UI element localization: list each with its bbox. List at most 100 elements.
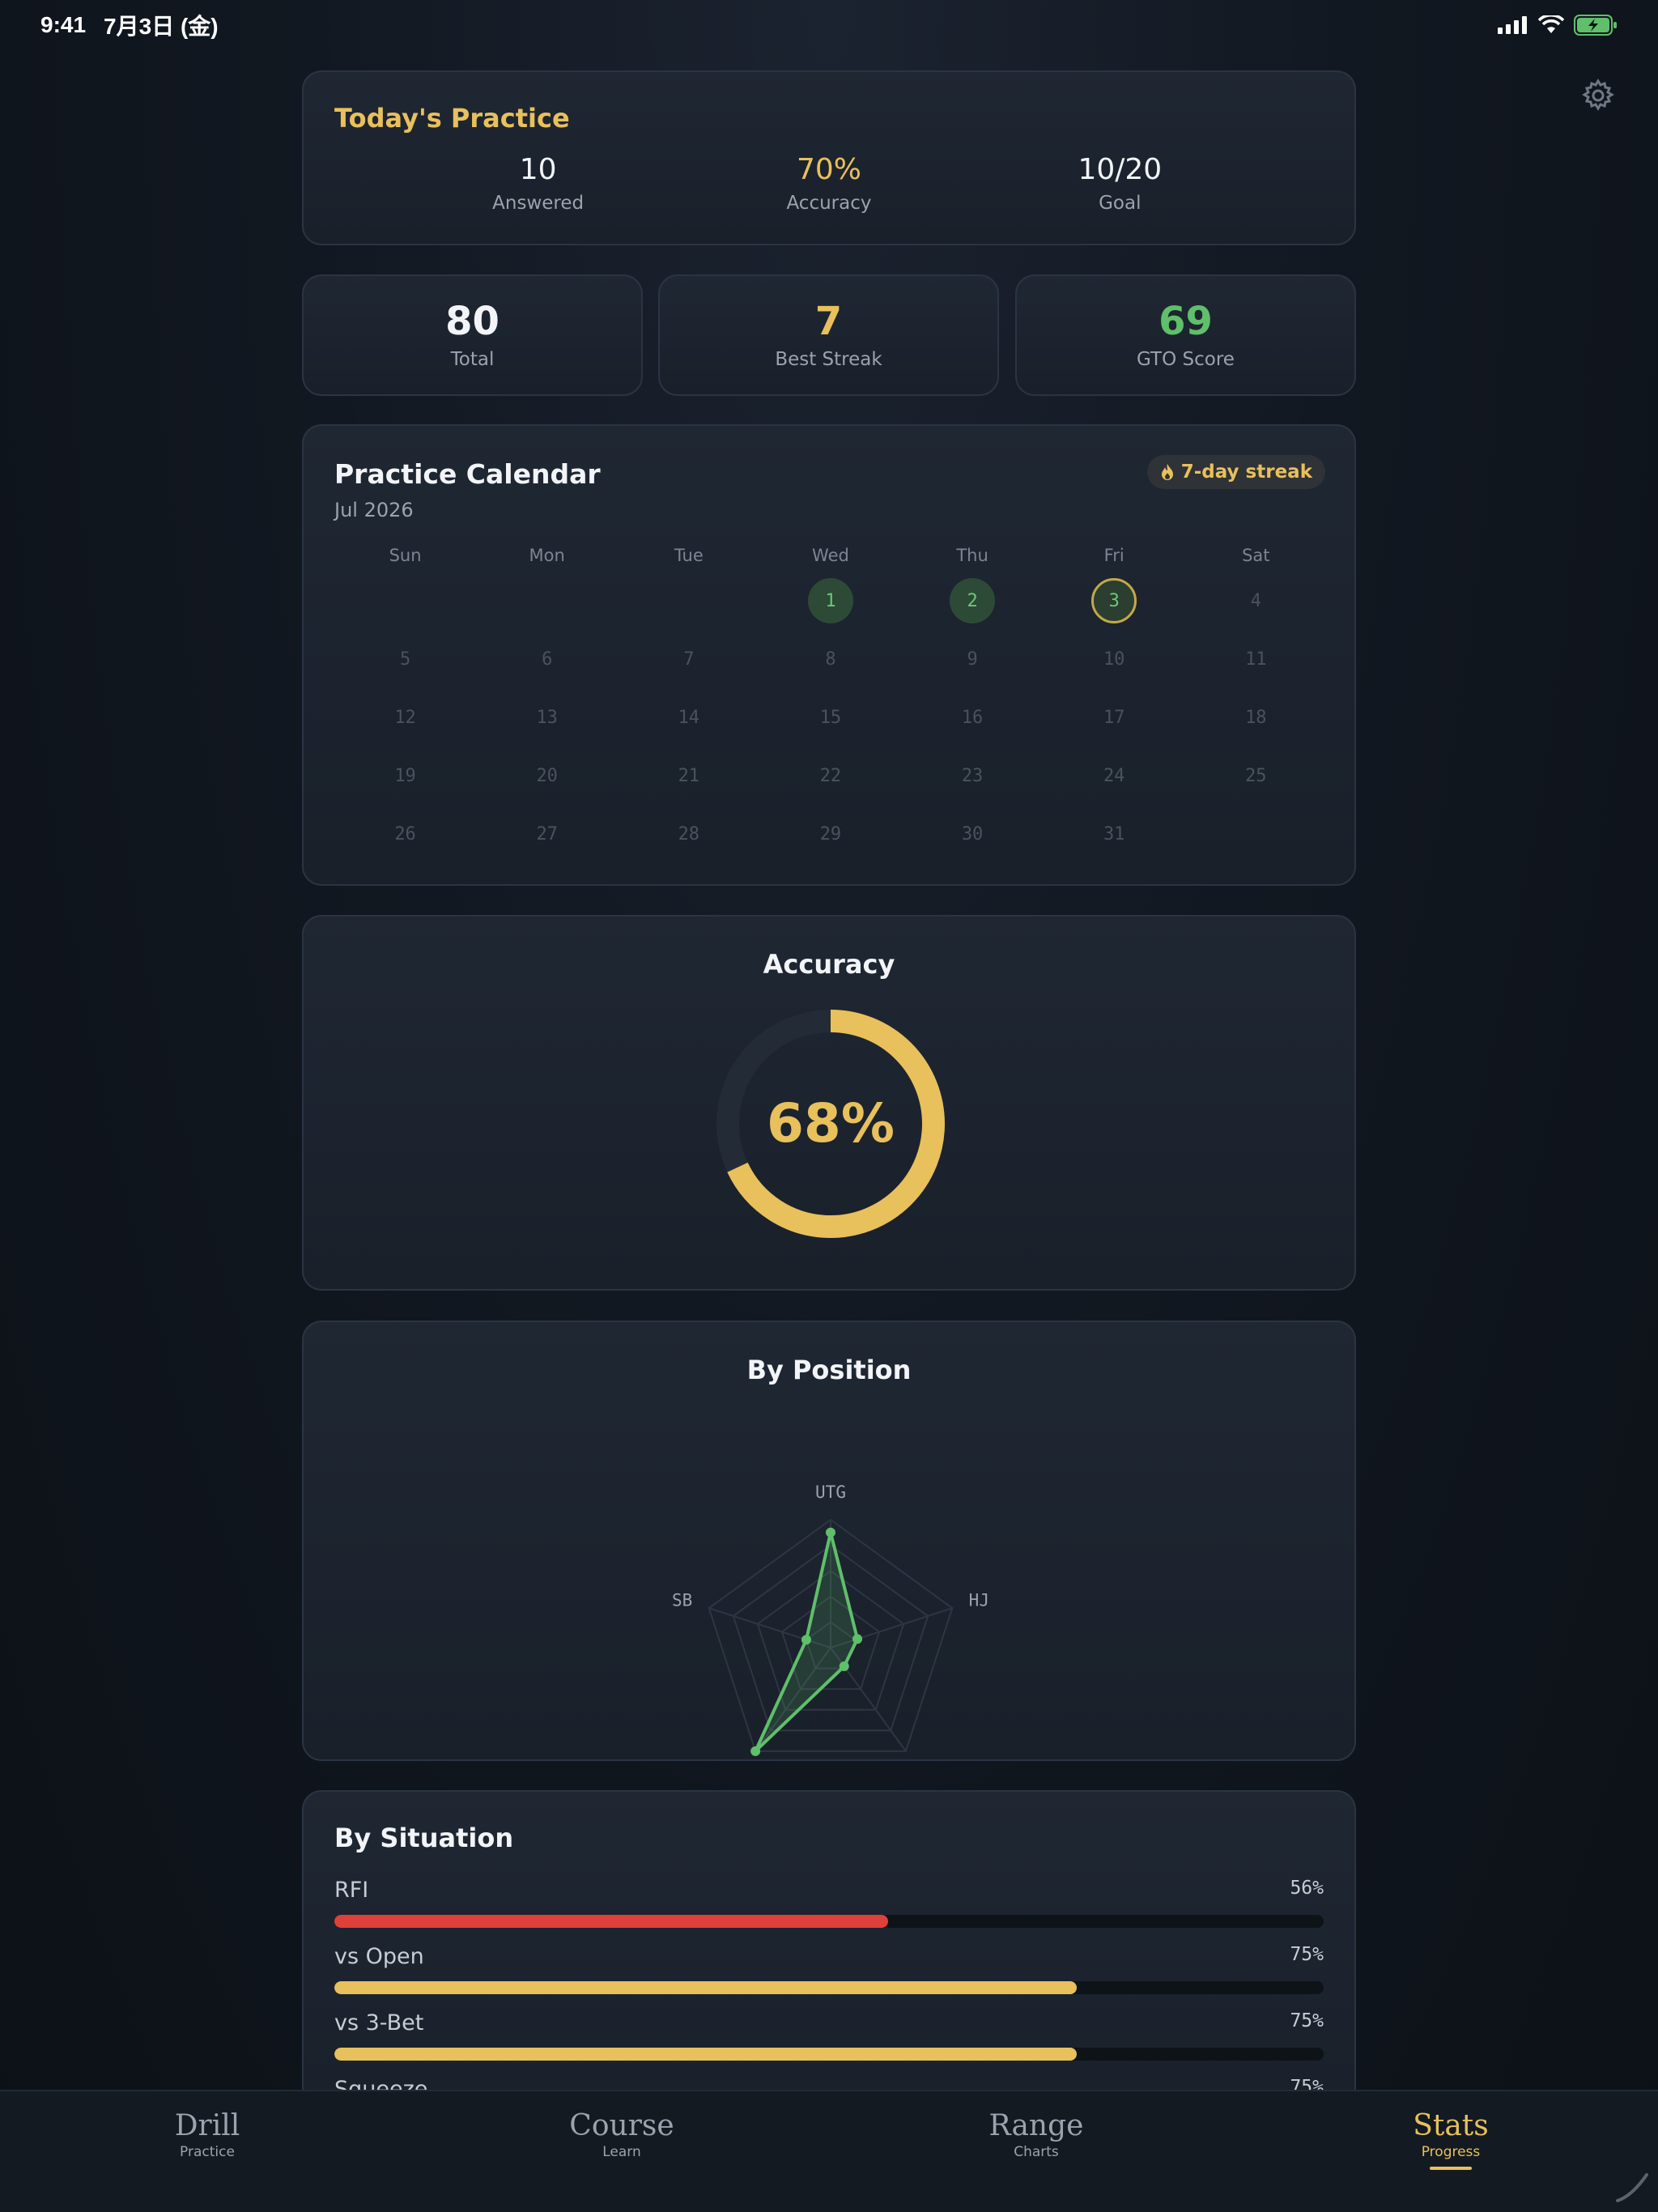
calendar-month: Jul 2026 [334, 499, 414, 521]
situation-label: RFI [334, 1878, 369, 1903]
situation-percent: 75% [1290, 1944, 1324, 1965]
calendar-day[interactable]: 7 [618, 649, 759, 670]
best-streak-value: 7 [814, 299, 843, 344]
tab-course[interactable]: Course Learn [414, 2091, 829, 2212]
calendar-day[interactable]: 6 [476, 649, 618, 670]
tab-subtitle: Progress [1421, 2144, 1481, 2160]
calendar-day[interactable]: 18 [1185, 708, 1327, 728]
accuracy-value: 70% [796, 153, 861, 186]
weekday-label: Sat [1242, 546, 1270, 565]
calendar-day[interactable]: 26 [334, 824, 476, 844]
calendar-day-practiced[interactable]: 2 [950, 578, 996, 623]
calendar-day[interactable]: 13 [476, 708, 618, 728]
radar-axis-label-sb: SB [672, 1590, 692, 1610]
calendar-day[interactable]: 11 [1185, 649, 1327, 670]
calendar-day[interactable]: 31 [1044, 824, 1185, 844]
situation-bar-fill [334, 2048, 1077, 2061]
gto-score-label: GTO Score [1137, 349, 1235, 370]
calendar-day[interactable]: 15 [759, 708, 901, 728]
calendar-day[interactable]: 5 [334, 649, 476, 670]
status-time: 9:41 [40, 12, 87, 37]
best-streak-label: Best Streak [775, 349, 882, 370]
calendar-day[interactable]: 17 [1044, 708, 1185, 728]
tab-drill[interactable]: Drill Practice [0, 2091, 414, 2212]
calendar-day[interactable]: 27 [476, 824, 618, 844]
calendar-day[interactable]: 12 [334, 708, 476, 728]
calendar-day[interactable]: 16 [902, 708, 1044, 728]
calendar-day[interactable]: 9 [902, 649, 1044, 670]
settings-gear-icon[interactable] [1580, 78, 1616, 113]
situation-item: RFI 56% [334, 1878, 1324, 1944]
radar-axis-label-hj: HJ [969, 1590, 989, 1610]
accuracy-stat: 70% Accuracy [724, 153, 934, 214]
calendar-day[interactable]: 25 [1185, 766, 1327, 786]
calendar-week: 5 6 7 8 9 10 11 [334, 630, 1327, 688]
active-tab-indicator [1430, 2167, 1472, 2170]
answered-value: 10 [519, 153, 557, 186]
calendar-day[interactable]: 21 [618, 766, 759, 786]
accuracy-title: Accuracy [763, 949, 895, 980]
weekday-label: Wed [812, 546, 849, 565]
scroll-indicator [1616, 2173, 1648, 2202]
signal-icon [1498, 16, 1527, 34]
answered-stat: 10 Answered [433, 153, 644, 214]
calendar-week: 1 2 3 4 [334, 572, 1327, 630]
wifi-icon [1538, 15, 1564, 33]
calendar-grid: Sun Mon Tue Wed Thu Fri Sat 1 2 3 4 5 6 7 8 9 10 11 12 13 14… [334, 539, 1327, 863]
goal-label: Goal [1099, 193, 1141, 214]
calendar-day[interactable]: 10 [1044, 649, 1185, 670]
calendar-day[interactable]: 1 [759, 578, 901, 623]
calendar-day[interactable]: 14 [618, 708, 759, 728]
calendar-day-today[interactable]: 3 [1091, 578, 1137, 623]
radar-axis-label-utg: UTG [815, 1482, 846, 1502]
situation-label: vs 3-Bet [334, 2010, 424, 2035]
status-date: 7月3日 (金) [104, 14, 219, 39]
gto-score-card: 69 GTO Score [1015, 274, 1356, 396]
answered-label: Answered [492, 193, 585, 214]
situation-percent: 56% [1290, 1878, 1324, 1899]
radar-point-hj [852, 1634, 863, 1644]
calendar-day-practiced[interactable]: 1 [807, 578, 853, 623]
tab-title: Range [988, 2109, 1084, 2142]
accuracy-donut-chart: 68% [716, 1010, 945, 1238]
calendar-day[interactable]: 4 [1185, 591, 1327, 611]
donut-value-text: 68% [767, 1092, 895, 1155]
tab-bar: Drill Practice Course Learn Range Charts Stats… [0, 2090, 1658, 2212]
calendar-day[interactable]: 22 [759, 766, 901, 786]
streak-badge: 7-day streak [1146, 455, 1325, 489]
accuracy-card: Accuracy 68% [302, 915, 1356, 1291]
calendar-week: 12 13 14 15 16 17 18 [334, 688, 1327, 747]
calendar-day[interactable]: 2 [902, 578, 1044, 623]
radar-point-utg [826, 1527, 835, 1538]
situation-item: vs Open 75% [334, 1944, 1324, 2010]
by-situation-card: By Situation RFI 56% vs Open 75% vs 3-Bet 75%… [302, 1790, 1356, 2130]
situation-bar-fill [334, 1915, 889, 1928]
tab-range[interactable]: Range Charts [829, 2091, 1244, 2212]
situation-bar-fill [334, 1981, 1077, 1994]
status-indicators [1498, 15, 1618, 36]
tab-stats[interactable]: Stats Progress [1244, 2091, 1658, 2212]
total-card: 80 Total [302, 274, 643, 396]
calendar-day[interactable]: 29 [759, 824, 901, 844]
calendar-day[interactable]: 24 [1044, 766, 1185, 786]
situation-bar-track [334, 2048, 1324, 2061]
calendar-day[interactable]: 20 [476, 766, 618, 786]
situation-item: vs 3-Bet 75% [334, 2010, 1324, 2077]
calendar-day[interactable]: 30 [902, 824, 1044, 844]
calendar-day[interactable]: 28 [618, 824, 759, 844]
calendar-day[interactable]: 3 [1044, 578, 1185, 623]
calendar-title: Practice Calendar [334, 458, 601, 490]
radar-point-co [839, 1661, 849, 1672]
todays-practice-title: Today's Practice [334, 103, 570, 134]
calendar-day[interactable]: 19 [334, 766, 476, 786]
tab-subtitle: Charts [1014, 2144, 1059, 2160]
situation-label: vs Open [334, 1944, 424, 1969]
total-value: 80 [445, 299, 500, 344]
tab-subtitle: Learn [602, 2144, 641, 2160]
tab-title: Drill [174, 2109, 240, 2142]
weekday-label: Sun [389, 546, 422, 565]
calendar-day[interactable]: 23 [902, 766, 1044, 786]
situation-bar-track [334, 1915, 1324, 1928]
calendar-day[interactable]: 8 [759, 649, 901, 670]
accuracy-label: Accuracy [786, 193, 872, 214]
